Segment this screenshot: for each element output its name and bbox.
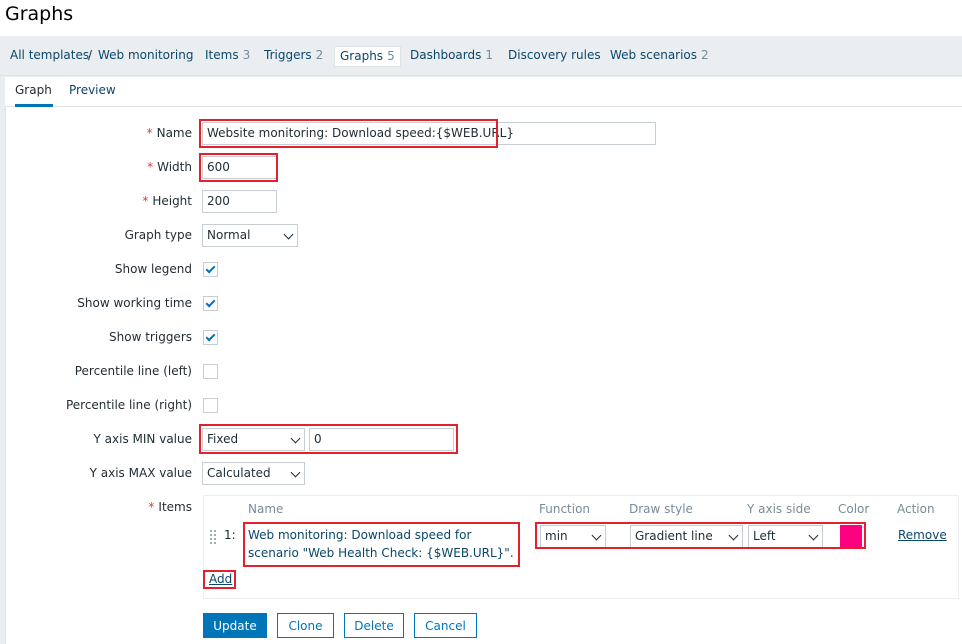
nav-graphs-label: Graphs — [340, 49, 384, 63]
clone-button[interactable]: Clone — [277, 613, 334, 638]
y-min-type-select[interactable]: Fixed — [202, 428, 305, 451]
nav-items-label: Items — [205, 48, 239, 62]
nav-triggers-count: 2 — [315, 48, 324, 62]
column-header-action: Action — [897, 502, 935, 516]
column-header-y-axis-side: Y axis side — [747, 502, 811, 516]
width-input[interactable]: 600 — [202, 156, 277, 179]
required-marker: * — [148, 500, 155, 514]
draw-style-value: Gradient line — [635, 529, 713, 543]
y-min-label: Y axis MIN value — [93, 432, 192, 446]
chevron-down-icon — [728, 530, 739, 541]
column-header-draw-style: Draw style — [629, 502, 693, 516]
column-header-function: Function — [539, 502, 591, 516]
y-max-type-select[interactable]: Calculated — [202, 462, 305, 485]
nav-dashboards-count: 1 — [485, 48, 493, 62]
update-button[interactable]: Update — [203, 613, 267, 638]
color-picker-swatch[interactable] — [840, 525, 862, 547]
height-label-text: Height — [152, 194, 192, 208]
y-axis-side-value: Left — [753, 529, 776, 543]
nav-web-scenarios[interactable]: Web scenarios 2 — [610, 46, 709, 67]
tab-preview[interactable]: Preview — [69, 77, 116, 107]
required-marker: * — [142, 194, 149, 208]
check-icon — [205, 331, 216, 342]
name-input[interactable]: Website monitoring: Download speed:{$WEB… — [202, 122, 656, 145]
show-working-time-label: Show working time — [77, 296, 192, 310]
graph-type-label: Graph type — [124, 228, 192, 242]
height-label: * Height — [142, 190, 192, 212]
chevron-down-icon — [808, 530, 819, 541]
column-header-name: Name — [248, 502, 284, 516]
percentile-right-label: Percentile line (right) — [65, 398, 192, 412]
height-input[interactable]: 200 — [202, 190, 277, 213]
nav-web-scenarios-label: Web scenarios — [610, 48, 698, 62]
chevron-down-icon — [591, 530, 602, 541]
form-tabs: Graph Preview — [5, 77, 962, 107]
required-marker: * — [146, 126, 153, 140]
template-navbar: All templates / Web monitoring Items 3 Tr… — [0, 36, 962, 76]
show-legend-label: Show legend — [114, 262, 192, 276]
breadcrumb-web-monitoring[interactable]: Web monitoring — [98, 46, 193, 67]
nav-discovery-label: Discovery rules — [508, 48, 601, 62]
graph-type-select[interactable]: Normal — [202, 224, 298, 247]
nav-web-scenarios-count: 2 — [701, 48, 709, 62]
header-area — [0, 0, 962, 36]
required-marker: * — [147, 160, 154, 174]
breadcrumb-all-templates[interactable]: All templates — [10, 46, 89, 67]
delete-button[interactable]: Delete — [344, 613, 404, 638]
remove-item-link[interactable]: Remove — [898, 528, 947, 542]
width-label-text: Width — [157, 160, 192, 174]
percentile-left-label: Percentile line (left) — [74, 364, 192, 378]
graph-type-value: Normal — [207, 228, 251, 242]
y-max-label: Y axis MAX value — [89, 466, 192, 480]
cancel-button[interactable]: Cancel — [414, 613, 477, 638]
nav-dashboards[interactable]: Dashboards 1 — [410, 46, 493, 67]
nav-items-count: 3 — [242, 48, 251, 62]
function-value: min — [545, 529, 568, 543]
show-working-time-checkbox[interactable] — [203, 296, 218, 311]
item-name-link[interactable]: Web monitoring: Download speed for scena… — [248, 526, 518, 562]
chevron-down-icon — [290, 467, 301, 478]
add-item-link[interactable]: Add — [209, 572, 232, 586]
nav-items[interactable]: Items 3 — [205, 46, 250, 67]
chevron-down-icon — [283, 229, 294, 240]
check-icon — [205, 263, 216, 274]
show-legend-checkbox[interactable] — [203, 262, 218, 277]
check-icon — [205, 297, 216, 308]
tab-graph[interactable]: Graph — [15, 77, 53, 107]
items-table: Name Function Draw style Y axis side Col… — [203, 495, 959, 599]
chevron-down-icon — [290, 433, 301, 444]
percentile-left-checkbox[interactable] — [203, 364, 218, 379]
y-min-value-input[interactable]: 0 — [309, 428, 454, 451]
width-label: * Width — [147, 156, 192, 178]
draw-style-select[interactable]: Gradient line — [630, 525, 743, 548]
name-label-text: Name — [156, 126, 192, 140]
y-min-type-value: Fixed — [207, 432, 239, 446]
graph-form: * Name Website monitoring: Download speed… — [5, 107, 962, 644]
show-triggers-checkbox[interactable] — [203, 330, 218, 345]
y-max-type-value: Calculated — [207, 466, 271, 480]
nav-triggers[interactable]: Triggers 2 — [264, 46, 323, 67]
breadcrumb-separator: / — [88, 48, 93, 62]
function-select[interactable]: min — [540, 525, 606, 548]
y-axis-side-select[interactable]: Left — [748, 525, 823, 548]
show-triggers-label: Show triggers — [109, 330, 192, 344]
items-label-text: Items — [158, 500, 192, 514]
nav-dashboards-label: Dashboards — [410, 48, 482, 62]
column-header-color: Color — [838, 502, 870, 516]
nav-triggers-label: Triggers — [264, 48, 312, 62]
nav-graphs-count: 5 — [387, 49, 395, 63]
page-title: Graphs — [5, 3, 74, 25]
nav-discovery-rules[interactable]: Discovery rules — [508, 46, 601, 67]
items-label: * Items — [148, 496, 192, 518]
name-label: * Name — [147, 122, 192, 144]
percentile-right-checkbox[interactable] — [203, 398, 218, 413]
row-index: 1: — [224, 528, 236, 542]
nav-graphs[interactable]: Graphs 5 — [334, 46, 401, 67]
drag-handle-icon[interactable] — [209, 529, 217, 545]
